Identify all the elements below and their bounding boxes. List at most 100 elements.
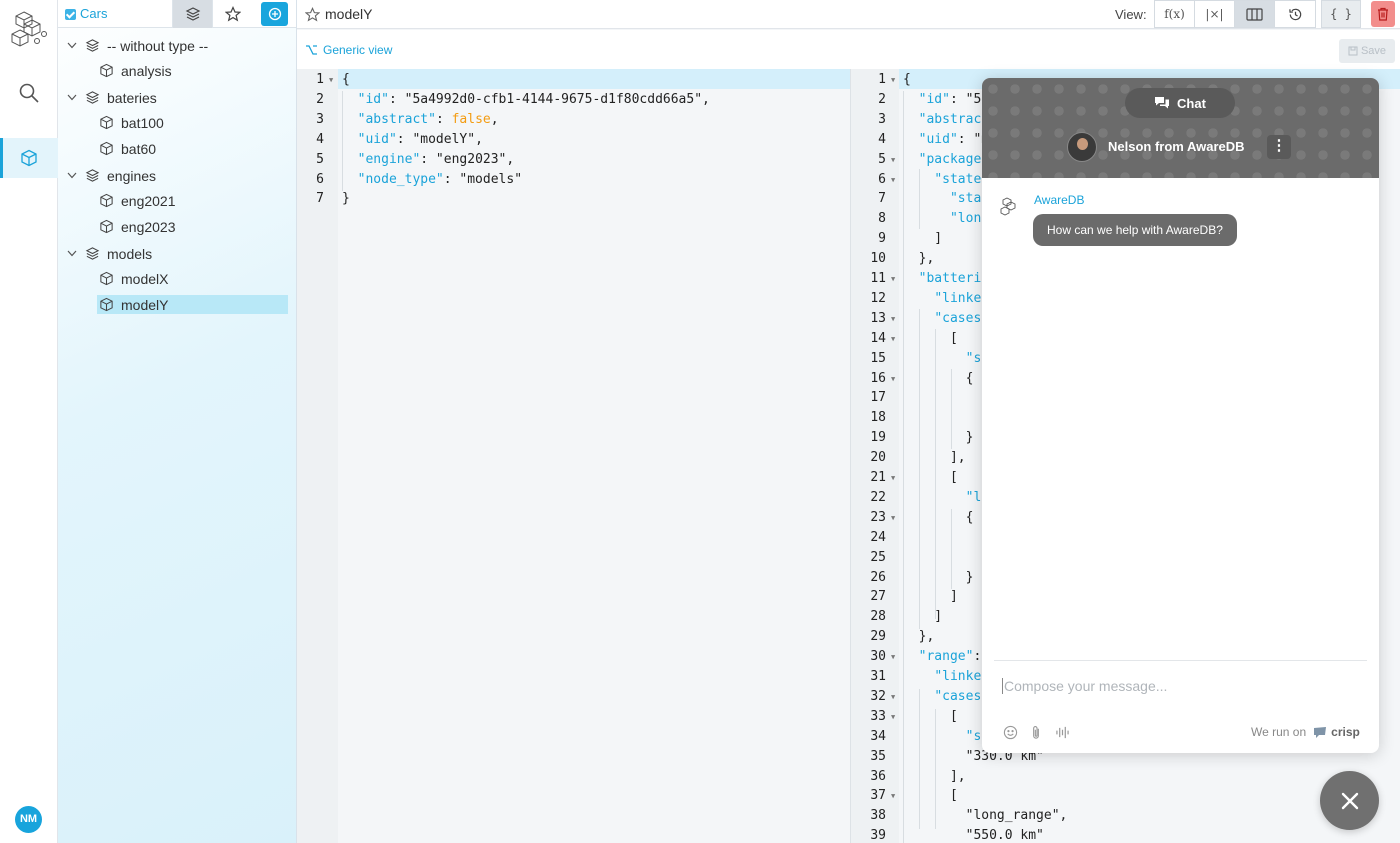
- view-diff-button[interactable]: |×|: [1195, 1, 1235, 27]
- chevron-down-icon[interactable]: [67, 250, 77, 257]
- tree-group[interactable]: models: [67, 244, 152, 263]
- line-number: 7: [878, 191, 886, 207]
- code-line: [: [903, 470, 958, 485]
- fold-toggle-icon[interactable]: ▼: [329, 70, 333, 90]
- fold-toggle-icon[interactable]: ▼: [891, 687, 895, 707]
- chat-menu-button[interactable]: ⋮: [1267, 135, 1291, 159]
- tree-item-label: modelX: [121, 270, 169, 287]
- fold-toggle-icon[interactable]: ▼: [891, 150, 895, 170]
- line-number: 37: [870, 788, 886, 804]
- tree-group-label: engines: [107, 167, 157, 184]
- code-line: "cases: [934, 688, 982, 704]
- document-title: modelY: [325, 6, 373, 22]
- line-number: 1: [878, 72, 886, 87]
- chevron-down-icon[interactable]: [67, 94, 77, 101]
- fold-toggle-icon[interactable]: ▼: [891, 70, 895, 90]
- generic-view-link[interactable]: Generic view: [305, 43, 392, 57]
- save-button[interactable]: Save: [1339, 39, 1395, 63]
- tab-types[interactable]: [172, 0, 212, 28]
- code-line: {: [903, 509, 974, 525]
- tree-item[interactable]: analysis: [97, 61, 172, 80]
- tree-item[interactable]: bat100: [97, 113, 164, 132]
- search-icon[interactable]: [18, 82, 40, 104]
- fold-toggle-icon[interactable]: ▼: [891, 786, 895, 806]
- fold-toggle-icon[interactable]: ▼: [891, 269, 895, 289]
- checkbox-icon[interactable]: [65, 9, 76, 20]
- tree-group[interactable]: bateries: [67, 88, 157, 107]
- cube-icon: [99, 219, 114, 234]
- nav-models[interactable]: [0, 138, 58, 178]
- tree-item-label: bat60: [121, 140, 157, 157]
- chevron-down-icon[interactable]: [67, 172, 77, 179]
- delete-button[interactable]: [1371, 1, 1395, 27]
- tree-item[interactable]: modelY: [97, 295, 288, 314]
- save-icon: [1348, 46, 1358, 56]
- editor-subbar: Generic view Save: [297, 30, 1400, 69]
- tree-group-label: bateries: [107, 89, 157, 106]
- tree-item-label: eng2023: [121, 218, 176, 235]
- emoji-icon[interactable]: [1002, 724, 1018, 740]
- json-toggle-button[interactable]: { }: [1321, 0, 1361, 28]
- line-number: 11: [870, 271, 886, 286]
- code-line: },: [903, 629, 935, 645]
- code-line: "id": "5a: [918, 91, 990, 107]
- line-number: 2: [316, 91, 324, 107]
- fold-toggle-icon[interactable]: ▼: [891, 508, 895, 528]
- fold-toggle-icon[interactable]: ▼: [891, 170, 895, 190]
- user-avatar[interactable]: NM: [15, 806, 42, 833]
- chat-close-button[interactable]: [1320, 771, 1379, 830]
- fold-toggle-icon[interactable]: ▼: [891, 329, 895, 349]
- code-line: {: [903, 72, 911, 87]
- code-line: "package: [918, 151, 982, 167]
- awaredb-logo-icon[interactable]: [10, 8, 50, 48]
- powered-by[interactable]: We run on crisp: [1251, 725, 1360, 739]
- line-number: 36: [870, 768, 886, 784]
- chat-bubbles-icon: [1155, 97, 1170, 109]
- code-line: ],: [903, 768, 966, 784]
- left-json-editor[interactable]: 1 ▼ 2 3 4 5 6 7 { "id": "5a4992d0-cfb1-4144-9675…: [297, 69, 850, 843]
- line-number: 34: [870, 728, 886, 744]
- code-area[interactable]: { "id": "5a4992d0-cfb1-4144-9675-d1f80cd…: [338, 69, 850, 843]
- tree-item[interactable]: modelX: [97, 269, 168, 288]
- fold-toggle-icon[interactable]: ▼: [891, 647, 895, 667]
- line-number: 26: [870, 569, 886, 585]
- fold-toggle-icon[interactable]: ▼: [891, 707, 895, 727]
- message-sender: AwareDB: [1034, 193, 1085, 207]
- view-function-button[interactable]: f(x): [1155, 1, 1195, 27]
- code-line: "linked: [934, 290, 990, 306]
- project-title[interactable]: Cars: [80, 6, 107, 21]
- tree-group[interactable]: engines: [67, 166, 156, 185]
- code-line: }: [903, 569, 974, 585]
- compose-input[interactable]: Compose your message...: [1002, 678, 1167, 694]
- tree-item-label: bat100: [121, 114, 164, 131]
- chat-widget: Chat Nelson from AwareDB ⋮ AwareDB How c…: [982, 78, 1379, 753]
- chat-tab[interactable]: Chat: [1125, 88, 1235, 118]
- tab-favorites[interactable]: [212, 0, 252, 28]
- line-number: 10: [870, 251, 886, 267]
- tree-header: Cars: [58, 0, 296, 28]
- fold-toggle-icon[interactable]: ▼: [891, 309, 895, 329]
- fold-toggle-icon[interactable]: ▼: [891, 468, 895, 488]
- awaredb-small-logo-icon: [999, 196, 1021, 218]
- line-number: 39: [870, 828, 886, 843]
- columns-icon: [1246, 7, 1263, 21]
- audio-icon[interactable]: [1054, 724, 1070, 740]
- tree-group[interactable]: -- without type --: [67, 36, 208, 55]
- code-line: [: [903, 330, 958, 346]
- cube-icon: [99, 63, 114, 78]
- add-button[interactable]: [261, 2, 288, 26]
- chevron-down-icon[interactable]: [67, 42, 77, 49]
- view-history-button[interactable]: [1275, 1, 1315, 27]
- line-number: 32: [870, 688, 886, 704]
- code-line: "engine": "eng2023",: [357, 151, 515, 167]
- fold-toggle-icon[interactable]: ▼: [891, 369, 895, 389]
- view-columns-button[interactable]: [1235, 1, 1275, 27]
- favorite-star-icon[interactable]: [305, 7, 320, 22]
- tree-item[interactable]: bat60: [97, 139, 156, 158]
- tree-item[interactable]: eng2023: [97, 217, 176, 236]
- line-number: 38: [870, 808, 886, 824]
- line-number: 23: [870, 509, 886, 525]
- attachment-icon[interactable]: [1028, 724, 1044, 740]
- code-line: "linked: [934, 669, 990, 684]
- tree-item[interactable]: eng2021: [97, 191, 176, 210]
